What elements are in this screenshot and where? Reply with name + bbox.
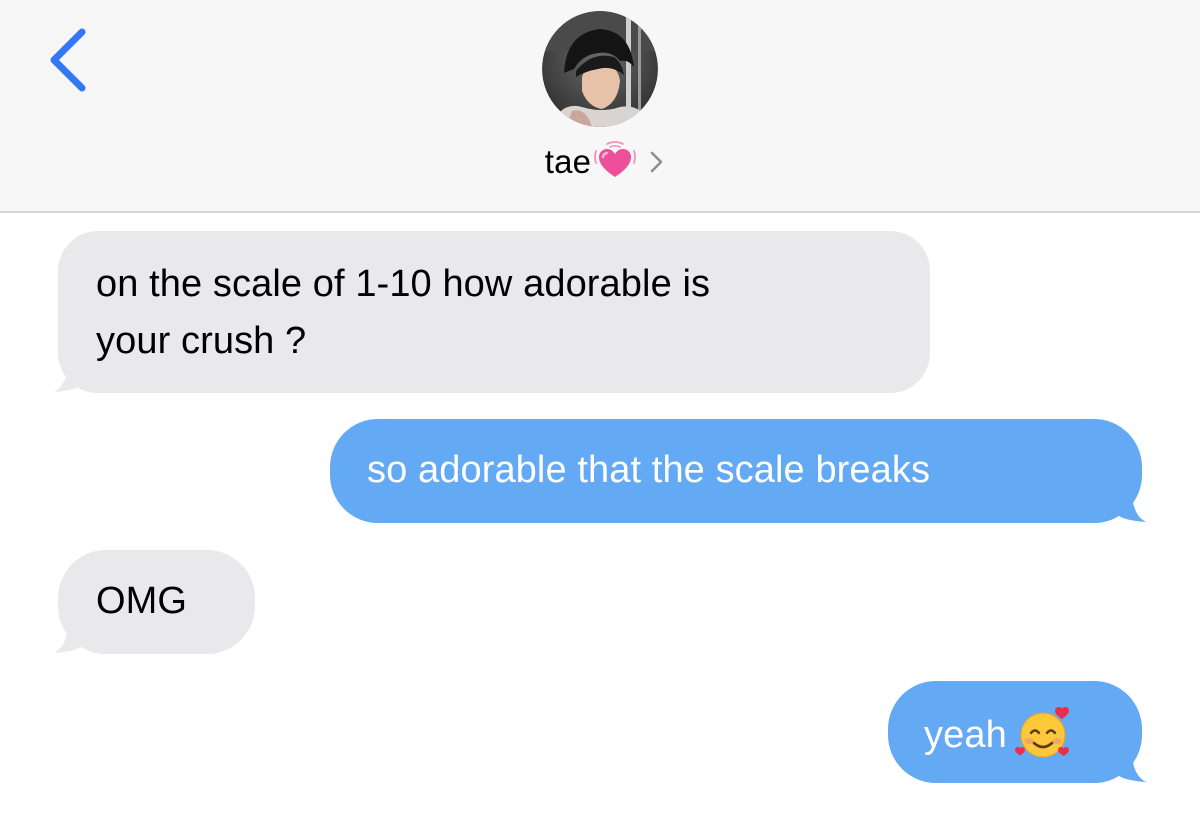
message-text: OMG bbox=[96, 580, 188, 622]
avatar[interactable] bbox=[542, 11, 658, 127]
messages-screen: tae on the scale of 1-10 how adorable is bbox=[0, 0, 1200, 814]
message-text-line: your crush ? bbox=[96, 320, 307, 362]
message-text-line: on the scale of 1-10 how adorable is bbox=[96, 263, 711, 305]
message-text: so adorable that the scale breaks bbox=[367, 449, 931, 491]
received-bubble-tail bbox=[54, 352, 84, 392]
message-text: yeah bbox=[924, 714, 1007, 756]
conversation-header: tae bbox=[0, 0, 1200, 213]
contact-name-button[interactable]: tae bbox=[0, 138, 1200, 186]
message-bubble-received[interactable]: on the scale of 1-10 how adorable is you… bbox=[58, 231, 930, 393]
chevron-left-icon bbox=[50, 28, 86, 92]
message-bubble-sent[interactable]: yeah bbox=[888, 681, 1142, 783]
back-button[interactable] bbox=[38, 24, 98, 94]
avatar-photo bbox=[542, 11, 658, 127]
message-bubble-sent[interactable]: so adorable that the scale breaks bbox=[330, 419, 1142, 523]
smiling-face-with-hearts-icon bbox=[1014, 707, 1069, 758]
chevron-right-icon bbox=[650, 151, 663, 173]
received-bubble-tail bbox=[54, 613, 84, 653]
growing-heart-icon bbox=[594, 141, 637, 177]
contact-name: tae bbox=[544, 143, 592, 180]
